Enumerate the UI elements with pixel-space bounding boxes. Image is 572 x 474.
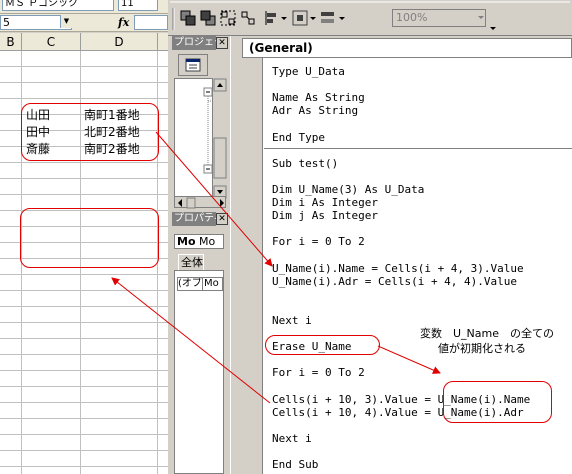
arrow-array-to-cells	[111, 277, 271, 404]
arrow-cells-to-array	[155, 131, 273, 267]
annotation-arrows	[111, 131, 441, 404]
arrow-erase-to-output	[377, 345, 441, 374]
